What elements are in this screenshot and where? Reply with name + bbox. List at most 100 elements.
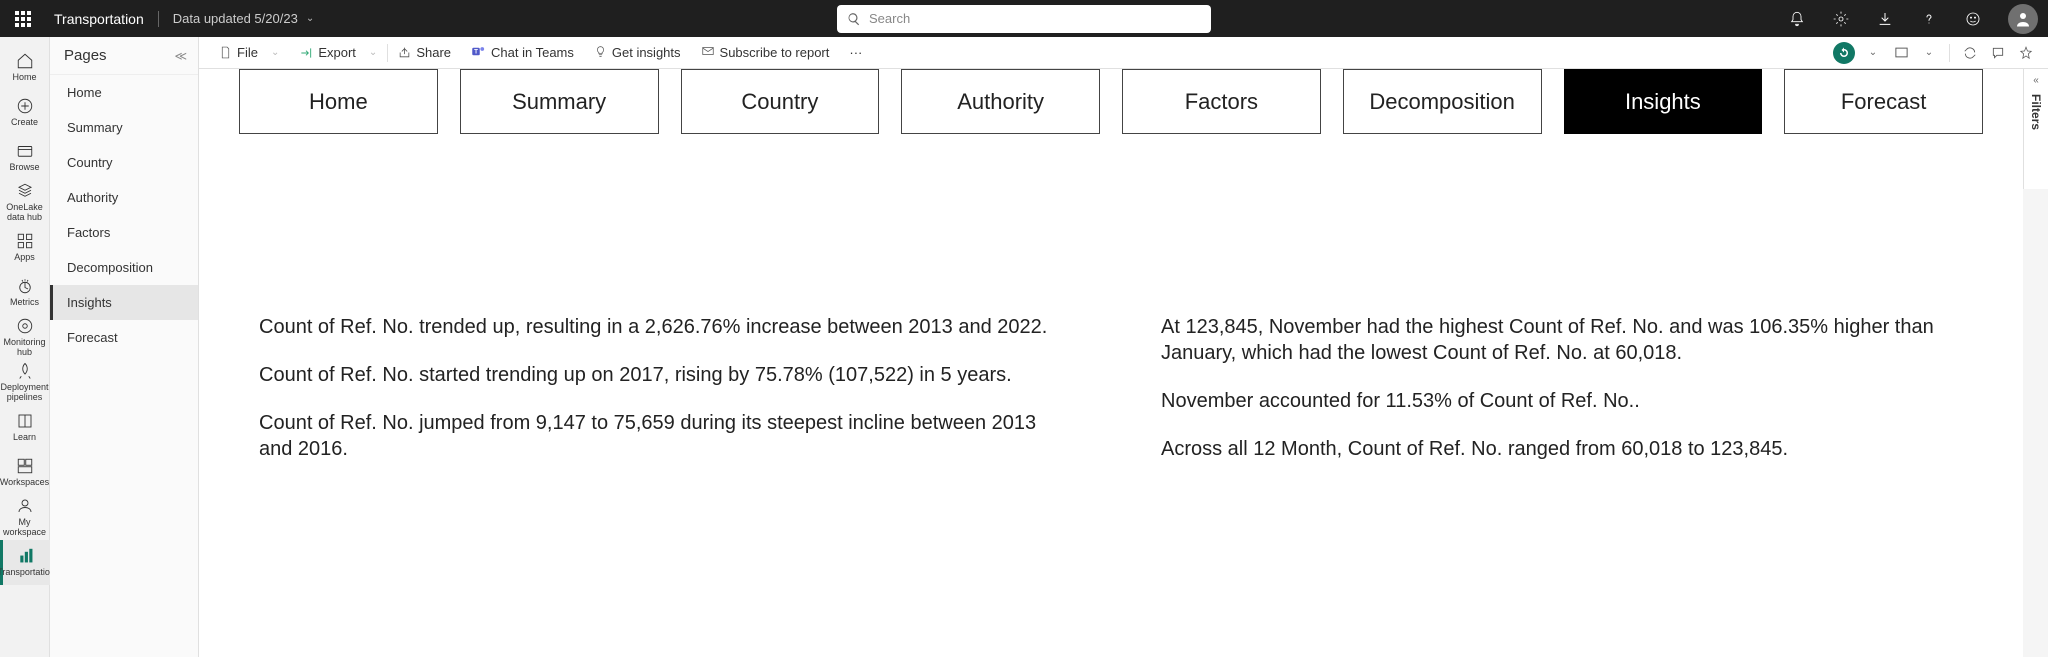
nav-label: Browse (9, 163, 39, 173)
nav-label: My workspace (0, 518, 50, 538)
nav-my-workspace[interactable]: My workspace (0, 495, 50, 540)
chat-label: Chat in Teams (491, 45, 574, 60)
nav-label: OneLake data hub (0, 203, 50, 223)
nav-label: Metrics (10, 298, 39, 308)
reset-button[interactable] (1833, 42, 1855, 64)
feedback-icon[interactable] (1964, 10, 1982, 28)
report-nav-factors[interactable]: Factors (1122, 69, 1321, 134)
divider (1949, 44, 1950, 62)
search-input[interactable] (869, 11, 1201, 26)
insight-paragraph: Across all 12 Month, Count of Ref. No. r… (1161, 436, 1963, 462)
help-icon[interactable] (1920, 10, 1938, 28)
nav-label: Home (12, 73, 36, 83)
filters-pane-toggle[interactable]: « Filters (2023, 69, 2048, 189)
download-icon[interactable] (1876, 10, 1894, 28)
comment-icon[interactable] (1986, 41, 2010, 65)
nav-current-report[interactable]: Transportation (0, 540, 50, 585)
search-icon (847, 12, 861, 26)
expand-arrow-icon: « (2033, 75, 2039, 86)
share-label: Share (416, 45, 451, 60)
report-toolbar: File ⌄ Export ⌄ Share T Chat in Teams Get i… (199, 37, 2048, 69)
chat-teams-button[interactable]: T Chat in Teams (461, 37, 584, 68)
nav-label: Transportation (0, 568, 55, 578)
report-nav-decomposition[interactable]: Decomposition (1343, 69, 1542, 134)
page-item-home[interactable]: Home (50, 75, 198, 110)
page-item-insights[interactable]: Insights (50, 285, 198, 320)
nav-label: Workspaces (0, 478, 49, 488)
bulb-icon (594, 45, 607, 61)
insight-paragraph: Count of Ref. No. trended up, resulting … (259, 314, 1061, 340)
report-nav-authority[interactable]: Authority (901, 69, 1100, 134)
mail-icon (701, 44, 715, 61)
nav-create[interactable]: Create (0, 90, 50, 135)
file-menu[interactable]: File ⌄ (209, 37, 289, 68)
more-options[interactable]: ··· (839, 37, 872, 68)
page-item-decomposition[interactable]: Decomposition (50, 250, 198, 285)
nav-learn[interactable]: Learn (0, 405, 50, 450)
teams-icon: T (471, 44, 486, 62)
left-rail: Home Create Browse OneLake data hub Apps… (0, 37, 50, 657)
settings-icon[interactable] (1832, 10, 1850, 28)
nav-apps[interactable]: Apps (0, 225, 50, 270)
ellipsis-icon: ··· (849, 45, 862, 60)
nav-label: Learn (13, 433, 36, 443)
account-avatar[interactable] (2008, 4, 2038, 34)
nav-onelake[interactable]: OneLake data hub (0, 180, 50, 225)
insight-paragraph: November accounted for 11.53% of Count o… (1161, 388, 1963, 414)
filters-label: Filters (2029, 94, 2043, 130)
page-item-country[interactable]: Country (50, 145, 198, 180)
search-box[interactable] (837, 5, 1211, 33)
nav-home[interactable]: Home (0, 45, 50, 90)
chevron-down-icon: ⌄ (369, 47, 377, 58)
insight-paragraph: At 123,845, November had the highest Cou… (1161, 314, 1963, 366)
insights-text-right: At 123,845, November had the highest Cou… (1161, 314, 1963, 484)
insights-text-left: Count of Ref. No. trended up, resulting … (259, 314, 1061, 484)
nav-browse[interactable]: Browse (0, 135, 50, 180)
page-item-factors[interactable]: Factors (50, 215, 198, 250)
report-nav-country[interactable]: Country (681, 69, 880, 134)
pages-header: Pages (64, 47, 107, 64)
refresh-icon[interactable] (1958, 41, 1982, 65)
share-button[interactable]: Share (388, 37, 461, 68)
report-nav-summary[interactable]: Summary (460, 69, 659, 134)
file-label: File (237, 45, 258, 60)
report-nav-home[interactable]: Home (239, 69, 438, 134)
report-name[interactable]: Transportation (54, 11, 144, 27)
notifications-icon[interactable] (1788, 10, 1806, 28)
page-item-forecast[interactable]: Forecast (50, 320, 198, 355)
get-insights-button[interactable]: Get insights (584, 37, 691, 68)
report-nav-forecast[interactable]: Forecast (1784, 69, 1983, 134)
divider (158, 11, 159, 27)
pages-panel: Pages ≪ HomeSummaryCountryAuthorityFacto… (50, 37, 199, 657)
favorite-icon[interactable] (2014, 41, 2038, 65)
chevron-down-icon: ⌄ (271, 47, 279, 58)
view-chevron-icon[interactable]: ⌄ (1917, 41, 1941, 65)
app-launcher-icon[interactable] (10, 6, 36, 32)
nav-deployment[interactable]: Deployment pipelines (0, 360, 50, 405)
nav-monitoring[interactable]: Monitoring hub (0, 315, 50, 360)
subscribe-button[interactable]: Subscribe to report (691, 37, 840, 68)
bookmark-chevron-icon[interactable]: ⌄ (1861, 41, 1885, 65)
nav-metrics[interactable]: Metrics (0, 270, 50, 315)
svg-text:T: T (474, 48, 478, 55)
data-updated-label[interactable]: Data updated 5/20/23 (173, 11, 298, 26)
page-item-summary[interactable]: Summary (50, 110, 198, 145)
subscribe-label: Subscribe to report (720, 45, 830, 60)
insight-paragraph: Count of Ref. No. jumped from 9,147 to 7… (259, 410, 1061, 462)
view-mode-icon[interactable] (1889, 41, 1913, 65)
report-nav-insights[interactable]: Insights (1564, 69, 1763, 134)
waffle-icon (15, 11, 31, 27)
export-label: Export (318, 45, 356, 60)
nav-label: Apps (14, 253, 35, 263)
nav-label: Create (11, 118, 38, 128)
nav-label: Deployment pipelines (0, 383, 50, 403)
insight-paragraph: Count of Ref. No. started trending up on… (259, 362, 1061, 388)
export-menu[interactable]: Export ⌄ (289, 37, 387, 68)
nav-label: Monitoring hub (0, 338, 50, 358)
report-canvas: Home Summary Country Authority Factors Decomp… (199, 69, 2023, 657)
chevron-down-icon[interactable]: ⌄ (306, 13, 314, 24)
insights-label: Get insights (612, 45, 681, 60)
collapse-pages-icon[interactable]: ≪ (174, 49, 184, 63)
nav-workspaces[interactable]: Workspaces (0, 450, 50, 495)
page-item-authority[interactable]: Authority (50, 180, 198, 215)
